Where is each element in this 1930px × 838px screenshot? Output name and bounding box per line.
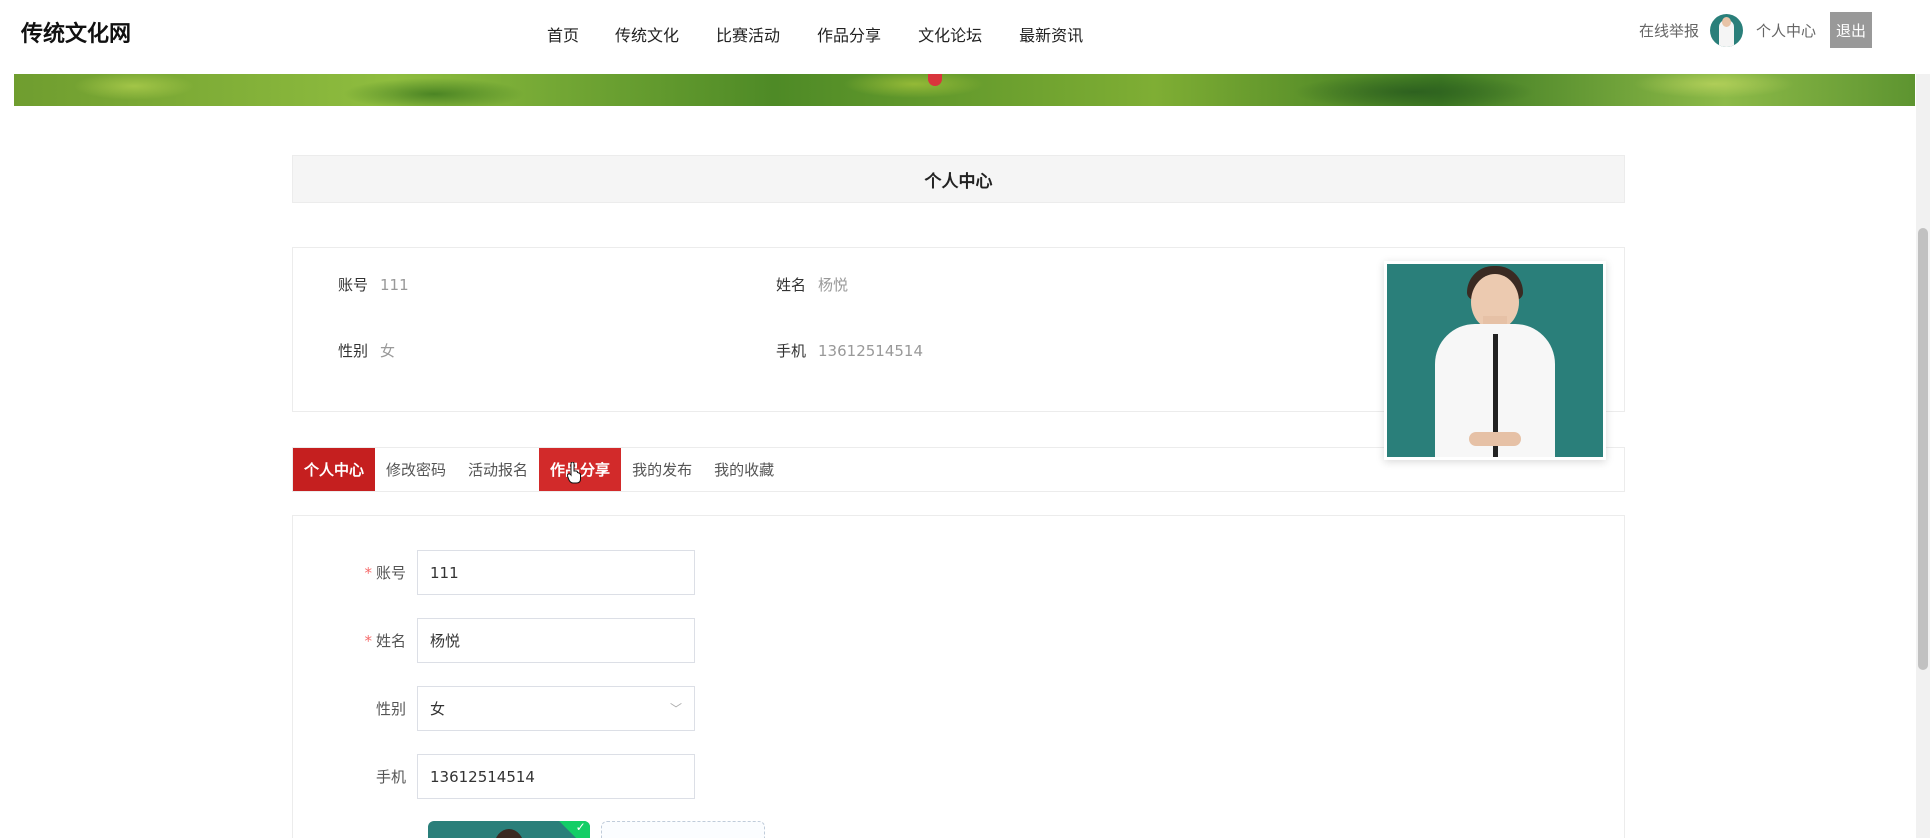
nav-traditional-culture[interactable]: 传统文化: [615, 22, 679, 46]
nav-latest-news[interactable]: 最新资讯: [1019, 22, 1083, 46]
avatar-upload-button[interactable]: [601, 821, 765, 838]
info-account: 账号 111: [338, 276, 409, 294]
account-label: * 账号: [364, 564, 406, 582]
nav-competitions[interactable]: 比赛活动: [716, 22, 780, 46]
info-phone: 手机 13612514514: [776, 342, 923, 360]
phone-input[interactable]: 13612514514: [417, 754, 695, 799]
user-center-link[interactable]: 个人中心: [1756, 20, 1816, 41]
page-title-bar: 个人中心: [292, 155, 1625, 203]
user-area: 在线举报 个人中心 退出: [1639, 12, 1872, 48]
info-gender: 性别女: [338, 342, 396, 360]
profile-photo: [1384, 261, 1606, 460]
site-title[interactable]: 传统文化网: [21, 16, 131, 48]
form-row-name: * 姓名 杨悦: [293, 618, 695, 663]
top-navigation: 传统文化网 首页 传统文化 比赛活动 作品分享 文化论坛 最新资讯 在线举报 个…: [0, 0, 1930, 74]
name-label: * 姓名: [364, 632, 406, 650]
form-row-account: * 账号 111: [293, 550, 695, 595]
phone-label: 手机: [375, 768, 406, 786]
profile-edit-form: *账号 111 *姓名 杨悦 性别 女 ﹀ 手机 13612514514 头像 …: [292, 515, 1625, 838]
upload-success-icon: ✓: [557, 821, 590, 838]
tab-change-password[interactable]: 修改密码: [375, 448, 457, 491]
logout-button[interactable]: 退出: [1830, 12, 1872, 48]
main-nav: 首页 传统文化 比赛活动 作品分享 文化论坛 最新资讯: [547, 22, 1120, 46]
scrollbar-thumb[interactable]: [1918, 228, 1928, 670]
tab-my-favorites[interactable]: 我的收藏: [703, 448, 785, 491]
tab-user-center[interactable]: 个人中心: [293, 448, 376, 491]
nav-works-sharing[interactable]: 作品分享: [817, 22, 881, 46]
hand-cursor-icon: [567, 462, 582, 484]
tab-works-sharing[interactable]: 作品分享: [539, 448, 622, 491]
tab-activity-signup[interactable]: 活动报名: [457, 448, 539, 491]
gender-select-value: 女: [430, 700, 446, 718]
page-scrollbar[interactable]: [1916, 0, 1930, 838]
online-report-link[interactable]: 在线举报: [1639, 20, 1699, 41]
chevron-down-icon: ﹀: [669, 702, 682, 716]
form-row-phone: 手机 13612514514: [293, 754, 695, 799]
info-name: 姓名 杨悦: [776, 276, 849, 294]
banner-image: [14, 74, 1915, 106]
form-row-gender: 性别 女 ﹀: [293, 686, 695, 731]
nav-home[interactable]: 首页: [547, 22, 579, 46]
nav-culture-forum[interactable]: 文化论坛: [918, 22, 982, 46]
gender-label: 性别: [375, 700, 406, 718]
tab-my-posts[interactable]: 我的发布: [621, 448, 703, 491]
name-input[interactable]: 杨悦: [417, 618, 695, 663]
user-avatar[interactable]: [1709, 13, 1743, 47]
gender-select[interactable]: 女 ﹀: [417, 686, 695, 731]
uploaded-avatar-thumbnail[interactable]: ✓: [428, 821, 590, 838]
account-input[interactable]: 111: [417, 550, 695, 595]
page-title: 个人中心: [924, 171, 993, 192]
form-row-avatar: 头像: [293, 824, 417, 838]
